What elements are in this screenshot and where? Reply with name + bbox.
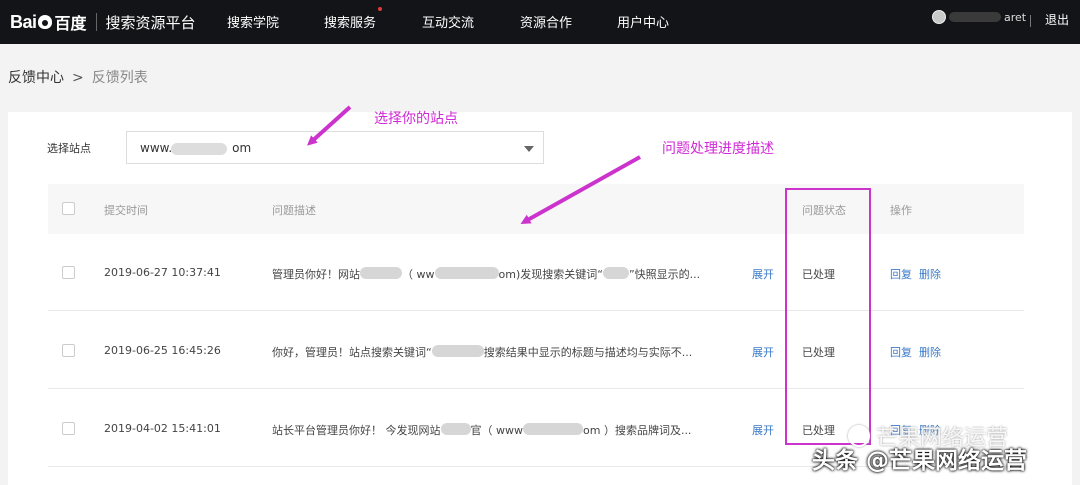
row-desc-part: ”快照显示的...	[628, 268, 701, 281]
breadcrumb-feedback-center[interactable]: 反馈中心	[8, 70, 64, 86]
column-header-operations: 操作	[890, 204, 912, 217]
nav-search-services-label: 搜索服务	[324, 16, 377, 31]
user-menu[interactable]: aret	[932, 10, 1026, 24]
row-checkbox[interactable]	[62, 422, 75, 435]
table-header: 提交时间 问题描述 问题状态 操作	[48, 184, 1024, 234]
row-desc-part: 你好，管理员！站点搜索关键词“	[272, 346, 432, 359]
delete-link[interactable]: 删除	[919, 344, 941, 360]
row-desc-part: om)发现搜索关键词“	[498, 268, 603, 281]
reply-link[interactable]: 回复	[890, 266, 912, 282]
header-divider	[1030, 15, 1031, 27]
row-description: 站长平台管理员你好！ 今发现网站 官（ www om ）搜索品牌词及...	[272, 422, 691, 438]
watermark-main: 头条 @芒果网络运营	[812, 448, 1028, 474]
column-header-description: 问题描述	[272, 204, 316, 217]
chevron-down-icon[interactable]	[524, 146, 534, 152]
redacted-text	[431, 345, 484, 357]
row-checkbox[interactable]	[62, 344, 75, 357]
annotation-select-site: 选择你的站点	[374, 111, 458, 127]
row-time: 2019-06-27 10:37:41	[104, 266, 221, 279]
breadcrumb-separator: >	[72, 70, 84, 86]
top-nav-bar: Bai 百度 搜索资源平台 搜索学院 搜索服务 互动交流 资源合作 用户中心 a…	[0, 0, 1080, 44]
expand-link[interactable]: 展开	[752, 266, 774, 282]
row-description: 管理员你好！网站 （ ww om)发现搜索关键词“ ”快照显示的...	[272, 266, 700, 282]
row-checkbox[interactable]	[62, 266, 75, 279]
logo-text-bai: Bai	[10, 11, 37, 32]
baidu-logo[interactable]: Bai 百度 搜索资源平台	[10, 9, 196, 35]
status-column-highlight	[785, 188, 871, 445]
site-redacted	[171, 143, 227, 155]
logout-link[interactable]: 退出	[1045, 11, 1069, 28]
avatar	[932, 10, 946, 24]
expand-link[interactable]: 展开	[752, 422, 774, 438]
row-time: 2019-04-02 15:41:01	[104, 422, 221, 435]
redacted-text	[360, 267, 402, 279]
username: aret	[1004, 10, 1027, 24]
paw-icon	[37, 15, 52, 29]
platform-title: 搜索资源平台	[105, 13, 196, 32]
row-desc-part: 管理员你好！网站	[272, 268, 360, 281]
nav-search-services[interactable]: 搜索服务	[324, 7, 383, 31]
delete-link[interactable]: 删除	[919, 266, 941, 282]
username-redacted	[949, 12, 1001, 22]
row-description: 你好，管理员！站点搜索关键词“ 搜索结果中显示的标题与描述均与实际不...	[272, 344, 692, 360]
annotation-progress: 问题处理进度描述	[662, 141, 774, 157]
nav-interaction[interactable]: 互动交流	[422, 12, 474, 31]
column-header-time: 提交时间	[104, 204, 148, 217]
redacted-text	[440, 423, 471, 435]
reply-link[interactable]: 回复	[890, 344, 912, 360]
breadcrumb: 反馈中心 > 反馈列表	[8, 67, 148, 87]
row-desc-part: 站长平台管理员你好！ 今发现网站	[272, 424, 441, 437]
notification-dot-icon	[378, 7, 383, 11]
nav-resource-cooperation[interactable]: 资源合作	[520, 12, 572, 31]
row-desc-part: 官（ www	[470, 424, 524, 437]
nav-search-academy[interactable]: 搜索学院	[227, 12, 279, 31]
row-time: 2019-06-25 16:45:26	[104, 344, 221, 357]
nav-user-center[interactable]: 用户中心	[617, 12, 669, 31]
site-value-prefix: www.	[140, 141, 173, 155]
site-select[interactable]: www. om	[126, 131, 544, 164]
row-desc-part: 搜索结果中显示的标题与描述均与实际不...	[483, 346, 693, 359]
table-row: 2019-06-27 10:37:41 管理员你好！网站 （ ww om)发现搜索关…	[48, 234, 1024, 311]
redacted-text	[434, 267, 499, 279]
breadcrumb-feedback-list: 反馈列表	[91, 70, 148, 86]
site-value-suffix: om	[232, 141, 252, 155]
row-desc-part: （ ww	[402, 268, 435, 281]
redacted-text	[602, 267, 629, 279]
logo-divider	[95, 13, 97, 31]
site-select-label: 选择站点	[47, 142, 91, 155]
row-desc-part: om ）搜索品牌词及...	[583, 424, 692, 437]
select-all-checkbox[interactable]	[62, 202, 75, 215]
logo-text-du: 百度	[54, 14, 87, 33]
expand-link[interactable]: 展开	[752, 344, 774, 360]
table-row: 2019-06-25 16:45:26 你好，管理员！站点搜索关键词“ 搜索结果中…	[48, 312, 1024, 389]
redacted-text	[523, 423, 583, 435]
